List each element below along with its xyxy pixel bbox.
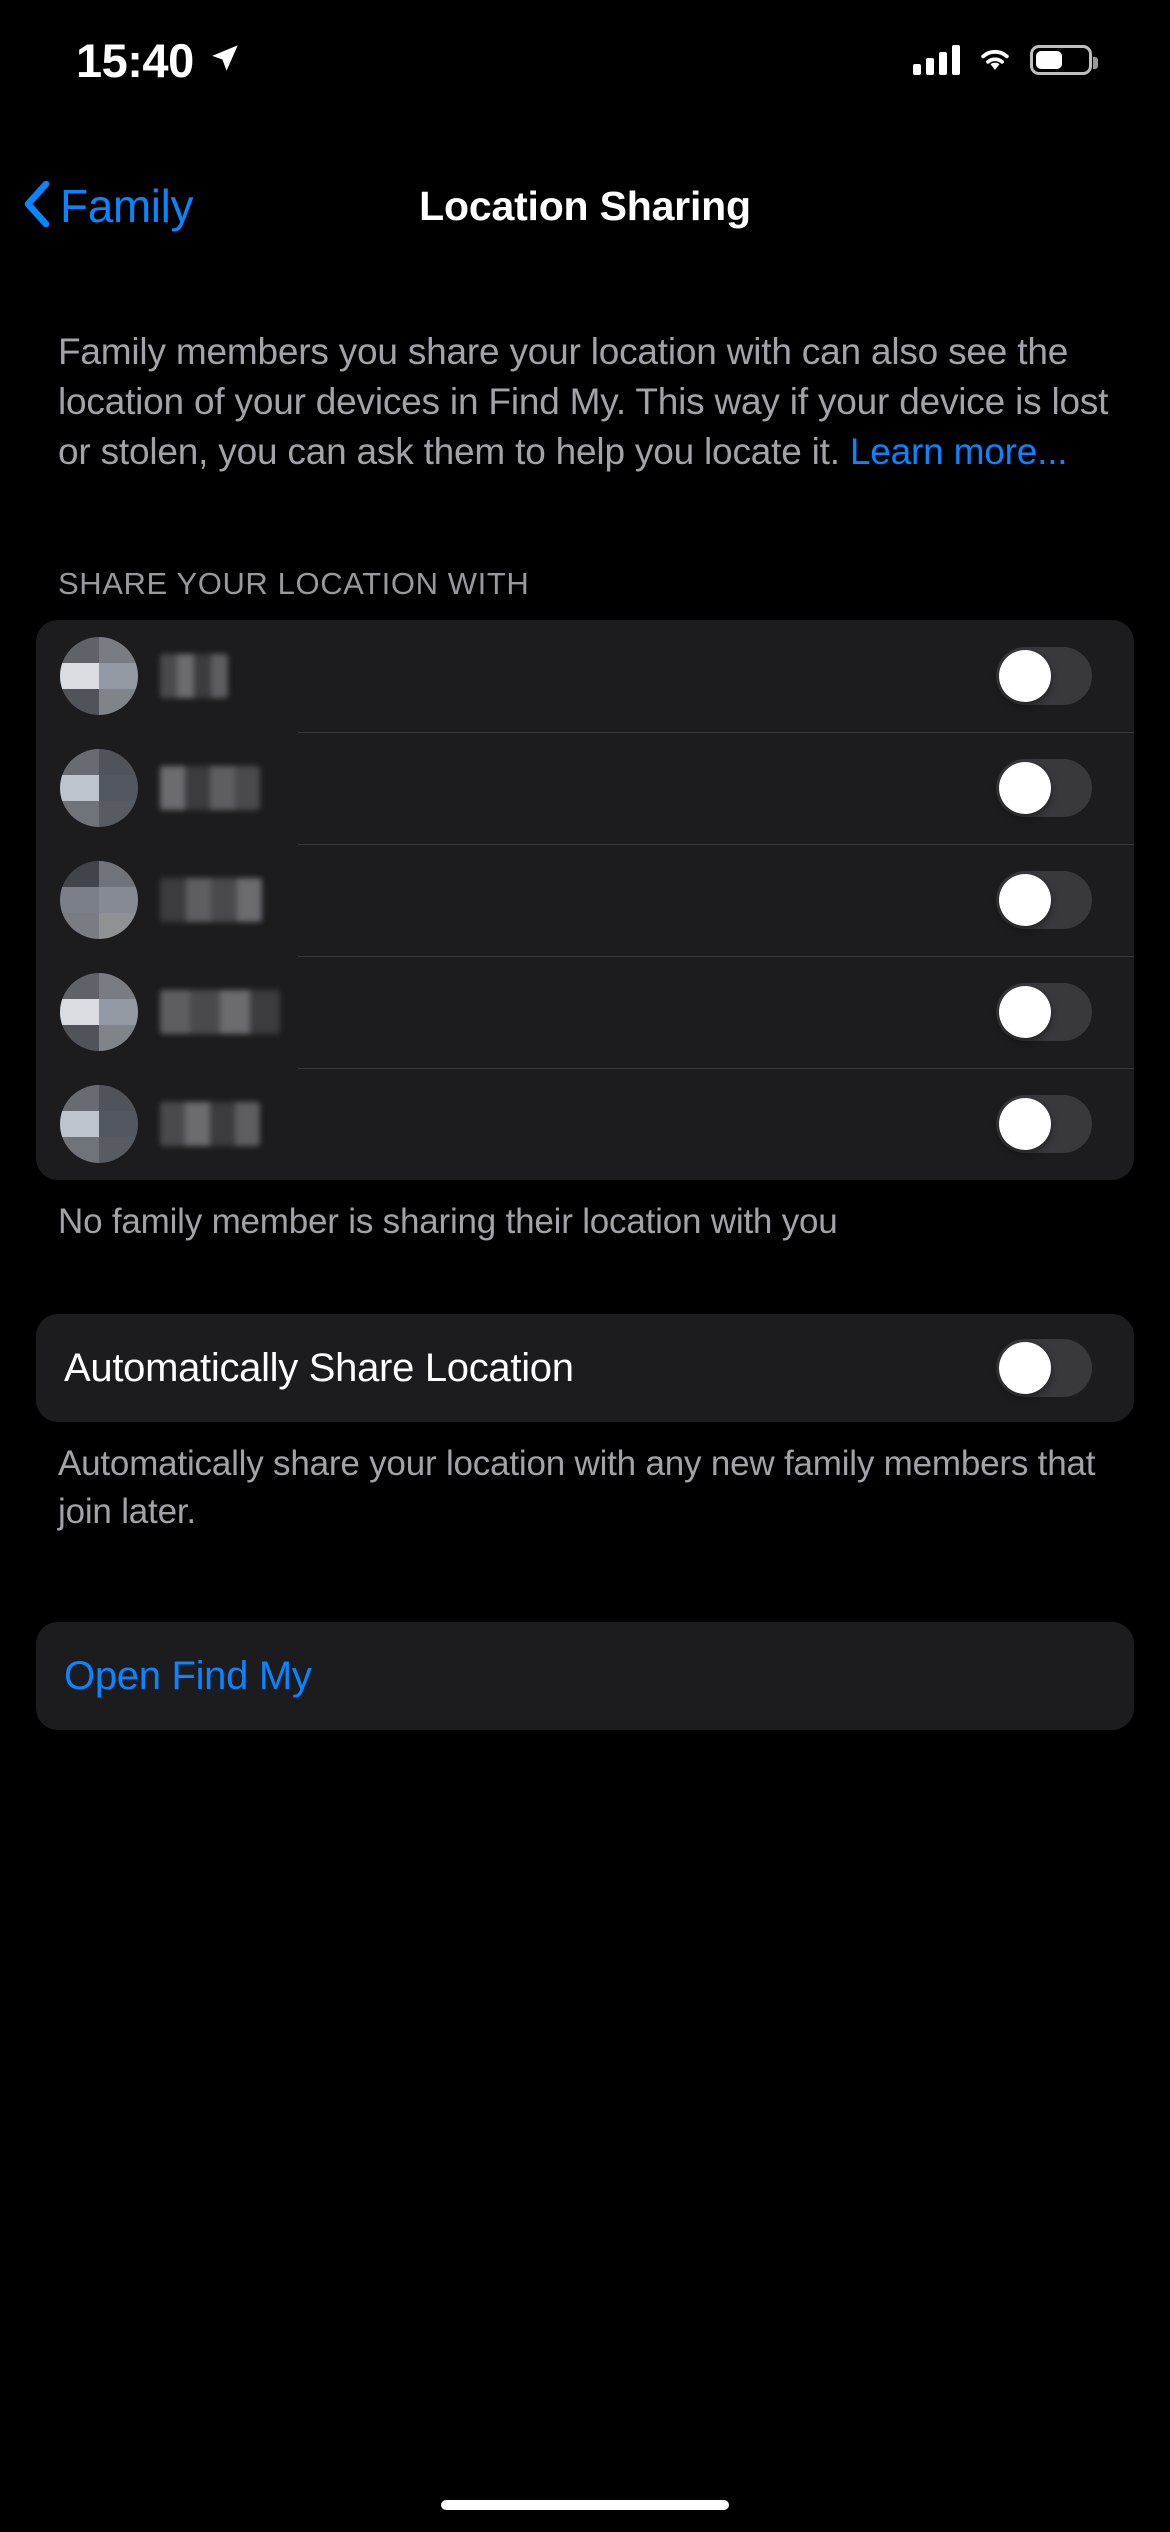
chevron-left-icon bbox=[22, 180, 52, 233]
phone-screen: 15:40 Location Sharing Family Family mem… bbox=[0, 0, 1170, 2532]
cellular-signal-icon bbox=[913, 45, 960, 75]
status-bar-right bbox=[913, 43, 1098, 78]
open-find-my-label: Open Find My bbox=[64, 1653, 312, 1698]
toggle-knob bbox=[999, 874, 1051, 926]
member-name bbox=[160, 766, 260, 810]
member-name bbox=[160, 654, 228, 698]
intro-description: Family members you share your location w… bbox=[58, 327, 1118, 477]
back-button-label: Family bbox=[60, 180, 194, 232]
auto-share-location-label: Automatically Share Location bbox=[64, 1345, 574, 1390]
member-name bbox=[160, 878, 262, 922]
back-button[interactable]: Family bbox=[22, 160, 193, 252]
toggle-knob bbox=[999, 986, 1051, 1038]
toggle-knob bbox=[999, 1342, 1051, 1394]
redacted-avatar bbox=[60, 973, 138, 1051]
battery-icon bbox=[1030, 45, 1098, 75]
redacted-avatar bbox=[60, 637, 138, 715]
open-find-my-button[interactable]: Open Find My bbox=[36, 1622, 1134, 1730]
member-row[interactable] bbox=[36, 956, 1134, 1068]
member-row[interactable] bbox=[36, 620, 1134, 732]
redacted-avatar bbox=[60, 861, 138, 939]
share-section-header: SHARE YOUR LOCATION WITH bbox=[58, 566, 530, 601]
share-section-footer: No family member is sharing their locati… bbox=[58, 1202, 838, 1241]
member-share-toggle[interactable] bbox=[996, 1095, 1092, 1153]
wifi-icon bbox=[976, 43, 1014, 78]
member-row[interactable] bbox=[36, 844, 1134, 956]
member-share-toggle[interactable] bbox=[996, 759, 1092, 817]
member-share-toggle[interactable] bbox=[996, 983, 1092, 1041]
navigation-bar: Location Sharing Family bbox=[0, 160, 1170, 252]
redacted-avatar bbox=[60, 1085, 138, 1163]
toggle-knob bbox=[999, 762, 1051, 814]
status-bar-left: 15:40 bbox=[76, 37, 242, 84]
auto-share-card: Automatically Share Location bbox=[36, 1314, 1134, 1422]
find-my-card: Open Find My bbox=[36, 1622, 1134, 1730]
status-bar: 15:40 bbox=[0, 0, 1170, 120]
redacted-avatar bbox=[60, 749, 138, 827]
auto-share-footer: Automatically share your location with a… bbox=[58, 1444, 1096, 1531]
member-name bbox=[160, 990, 280, 1034]
member-share-toggle[interactable] bbox=[996, 871, 1092, 929]
location-arrow-icon bbox=[208, 41, 242, 80]
member-row[interactable] bbox=[36, 732, 1134, 844]
member-share-toggle[interactable] bbox=[996, 647, 1092, 705]
member-name bbox=[160, 1102, 260, 1146]
member-row[interactable] bbox=[36, 1068, 1134, 1180]
auto-share-location-row[interactable]: Automatically Share Location bbox=[36, 1314, 1134, 1422]
settings-content: Family members you share your location w… bbox=[0, 252, 1170, 1730]
share-location-card bbox=[36, 620, 1134, 1180]
status-time: 15:40 bbox=[76, 33, 194, 87]
learn-more-link[interactable]: Learn more... bbox=[850, 431, 1068, 472]
home-indicator[interactable] bbox=[441, 2500, 729, 2510]
toggle-knob bbox=[999, 650, 1051, 702]
auto-share-location-toggle[interactable] bbox=[996, 1339, 1092, 1397]
toggle-knob bbox=[999, 1098, 1051, 1150]
